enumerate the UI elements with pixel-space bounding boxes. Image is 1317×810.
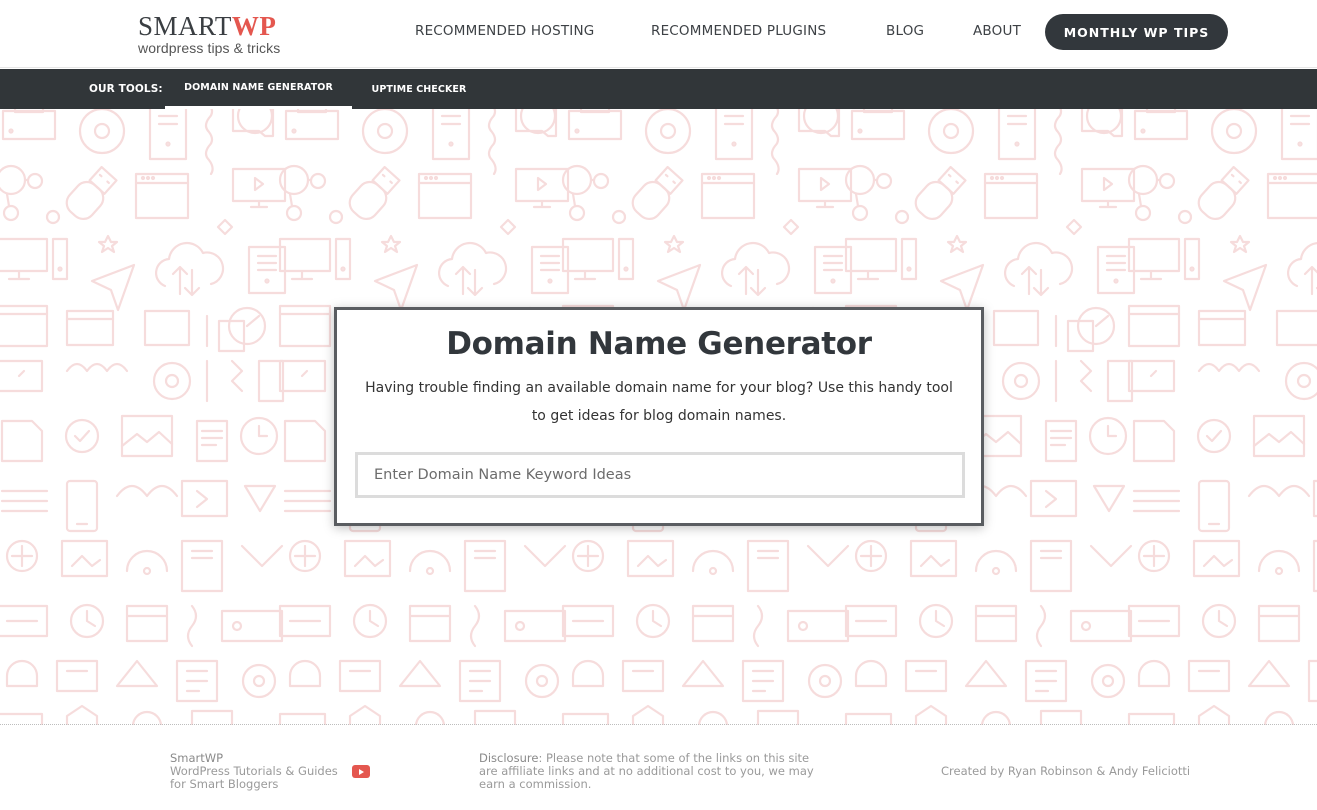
footer-tagline-line-2: for Smart Bloggers	[170, 777, 279, 791]
tools-bar: OUR TOOLS: DOMAIN NAME GENERATOR UPTIME …	[0, 69, 1317, 109]
youtube-icon[interactable]	[351, 765, 370, 778]
footer-disclosure: Disclosure: Please note that some of the…	[479, 752, 824, 791]
tab-domain-name-generator[interactable]: DOMAIN NAME GENERATOR	[165, 69, 352, 109]
nav-recommended-hosting[interactable]: RECOMMENDED HOSTING	[415, 23, 594, 39]
site-footer: SmartWP WordPress Tutorials & Guides for…	[0, 726, 1317, 810]
tab-uptime-checker[interactable]: UPTIME CHECKER	[360, 69, 478, 109]
card-description: Having trouble finding an available doma…	[365, 380, 953, 424]
nav-blog[interactable]: BLOG	[886, 23, 924, 39]
site-header: SMARTWP wordpress tips & tricks RECOMMEN…	[0, 0, 1317, 68]
nav-recommended-plugins[interactable]: RECOMMENDED PLUGINS	[651, 23, 826, 39]
site-logo[interactable]: SMARTWP wordpress tips & tricks	[138, 12, 298, 58]
domain-generator-card: Domain Name Generator Having trouble fin…	[334, 307, 984, 526]
footer-divider	[0, 724, 1317, 725]
footer-about: SmartWP WordPress Tutorials & Guides for…	[170, 752, 370, 791]
domain-keyword-input[interactable]	[355, 452, 965, 498]
logo-tagline: wordpress tips & tricks	[138, 40, 281, 56]
footer-credits: Created by Ryan Robinson & Andy Feliciot…	[941, 764, 1191, 778]
tools-label: OUR TOOLS:	[89, 83, 163, 95]
card-title: Domain Name Generator	[446, 326, 872, 362]
disclosure-label: Disclosure	[479, 751, 539, 765]
nav-about[interactable]: ABOUT	[973, 23, 1021, 39]
logo-wordmark: SMARTWP	[138, 11, 277, 41]
monthly-wp-tips-button[interactable]: MONTHLY WP TIPS	[1045, 14, 1228, 50]
